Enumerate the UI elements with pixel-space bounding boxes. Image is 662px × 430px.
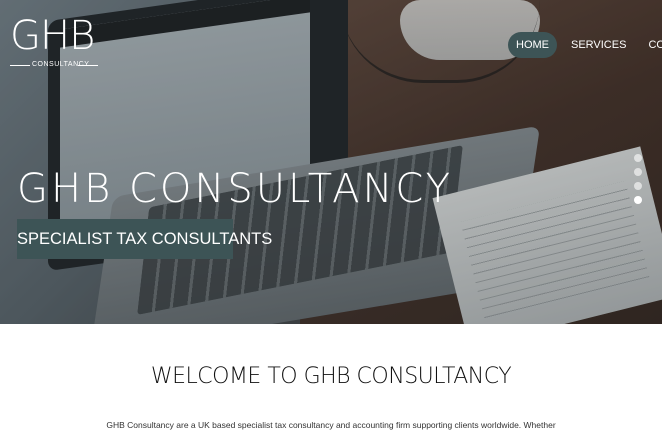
slide-dot-4[interactable]: [634, 196, 642, 204]
slide-dot-2[interactable]: [634, 168, 642, 176]
slide-dot-1[interactable]: [634, 154, 642, 162]
main-nav: HOME SERVICES CONTACT: [508, 32, 662, 58]
nav-home[interactable]: HOME: [508, 32, 557, 58]
site-logo[interactable]: GHB CONSULTANCY: [10, 14, 98, 70]
hero-banner: GHB CONSULTANCY HOME SERVICES CONTACT GH…: [0, 0, 662, 324]
slide-dot-3[interactable]: [634, 182, 642, 190]
hero-title: GHB CONSULTANCY: [17, 166, 454, 212]
nav-services[interactable]: SERVICES: [563, 32, 634, 58]
logo-line-right: [78, 65, 98, 66]
hero-tagline-box: SPECIALIST TAX CONSULTANTS: [17, 219, 273, 259]
logo-text: GHB: [10, 13, 95, 59]
logo-line-left: [10, 65, 30, 66]
slide-pager: [634, 154, 642, 204]
nav-contact[interactable]: CONTACT: [640, 32, 662, 58]
hero-tagline: SPECIALIST TAX CONSULTANTS: [17, 230, 273, 248]
welcome-heading: WELCOME TO GHB CONSULTANCY: [150, 364, 512, 389]
